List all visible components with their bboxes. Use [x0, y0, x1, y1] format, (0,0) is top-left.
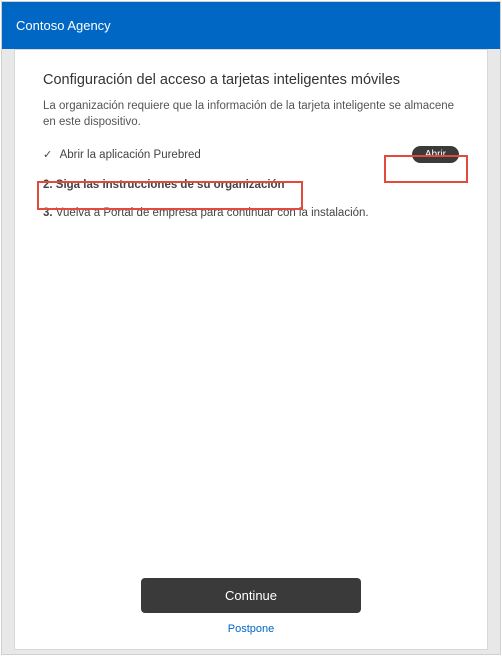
- continue-button[interactable]: Continue: [141, 578, 361, 613]
- step-2: 2. Siga las instrucciones de su organiza…: [43, 179, 459, 191]
- step-2-label: Siga las instrucciones de su organizació…: [56, 179, 285, 191]
- step-2-prefix: 2.: [43, 179, 53, 191]
- app-name: Contoso Agency: [16, 18, 111, 33]
- postpone-link[interactable]: Postpone: [43, 623, 459, 637]
- step-1-label: Abrir la aplicación Purebred: [60, 149, 201, 161]
- spacer: [43, 235, 459, 578]
- setup-panel: Configuración del acceso a tarjetas inte…: [14, 49, 488, 650]
- page-title: Configuración del acceso a tarjetas inte…: [43, 72, 459, 88]
- step-1: ✓ Abrir la aplicación Purebred Abrir: [43, 146, 459, 163]
- app-window: Contoso Agency Configuración del acceso …: [1, 1, 501, 655]
- step-3: 3. Vuelva a Portal de empresa para conti…: [43, 207, 459, 219]
- step-3-prefix: 3.: [43, 207, 53, 219]
- step-3-label: Vuelva a Portal de empresa para continua…: [56, 207, 369, 219]
- open-button[interactable]: Abrir: [412, 146, 459, 163]
- checkmark-icon: ✓: [43, 148, 57, 161]
- title-bar: Contoso Agency: [2, 2, 500, 49]
- content-frame: Configuración del acceso a tarjetas inte…: [2, 49, 500, 654]
- page-subtext: La organización requiere que la informac…: [43, 98, 459, 130]
- step-1-text: ✓ Abrir la aplicación Purebred: [43, 148, 201, 161]
